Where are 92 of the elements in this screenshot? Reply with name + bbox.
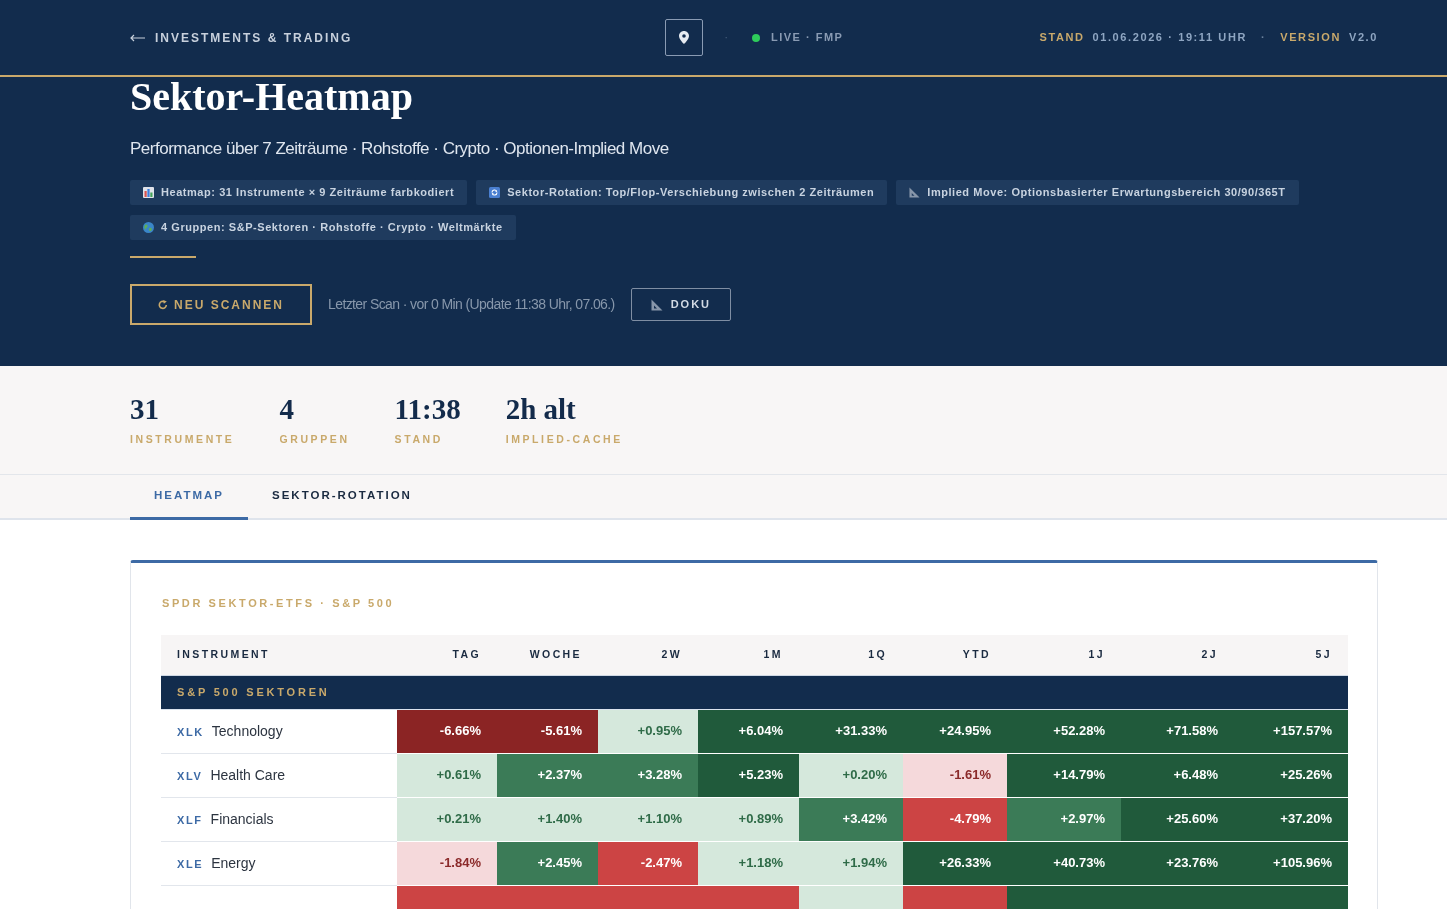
- stat-value: 4: [279, 392, 295, 426]
- card-title: SPDR SEKTOR-ETFS · S&P 500: [161, 596, 396, 610]
- heatmap-cell: +31.33%: [799, 709, 903, 753]
- group-header: S&P 500 SEKTOREN: [161, 675, 1348, 709]
- globe-icon: [143, 222, 154, 233]
- heatmap-cell: +0.21%: [397, 797, 497, 841]
- column-header: INSTRUMENT: [161, 635, 397, 675]
- last-scan-info: Letzter Scan · vor 0 Min (Update 11:38 Uhr, 07.06.): [328, 295, 615, 314]
- heatmap-cell: +25.26%: [1234, 753, 1348, 797]
- heatmap-cell: -6.66%: [397, 709, 497, 753]
- map-pin-icon: [678, 31, 689, 44]
- column-header: YTD: [903, 635, 1007, 675]
- refresh-icon: [158, 299, 168, 310]
- instrument-name: Financials: [210, 811, 274, 827]
- stand-label: STAND: [1039, 30, 1085, 46]
- chip-text: Implied Move: Optionsbasierter Erwartungsbereich 30/90/365T: [927, 185, 1286, 201]
- heatmap-cell: +6.48%: [1121, 753, 1234, 797]
- heatmap-cell: +6.04%: [698, 709, 799, 753]
- heatmap-cell: +0.89%: [698, 797, 799, 841]
- separator-dot: ·: [724, 31, 728, 45]
- ticker-symbol: XLK: [177, 726, 204, 738]
- heatmap-cell: +71.58%: [1121, 709, 1234, 753]
- heatmap-cell: +52.28%: [1007, 709, 1121, 753]
- stat-label: GRUPPEN: [279, 432, 350, 446]
- chip-text: Sektor-Rotation: Top/Flop-Verschiebung zwischen 2 Zeiträumen: [507, 185, 875, 201]
- tab[interactable]: SEKTOR-ROTATION: [248, 475, 436, 520]
- heatmap-cell: +2.37%: [497, 753, 598, 797]
- heatmap-cell: +0.95%: [598, 709, 698, 753]
- heatmap-cell: +105.96%: [1234, 841, 1348, 885]
- stat-label: INSTRUMENTE: [130, 432, 235, 446]
- tab[interactable]: HEATMAP: [130, 475, 248, 520]
- heatmap-cell: +3.28%: [598, 753, 698, 797]
- ticker-symbol: XLE: [177, 858, 204, 870]
- heatmap-cell: -1.61%: [903, 753, 1007, 797]
- back-arrow-icon[interactable]: [130, 33, 145, 42]
- version-label: VERSION: [1280, 30, 1341, 46]
- ticker-symbol: XLV: [177, 770, 203, 782]
- heatmap-cell: +25.60%: [1121, 797, 1234, 841]
- docs-button[interactable]: DOKU: [630, 288, 732, 321]
- heatmap-cell: +24.95%: [903, 709, 1007, 753]
- stat-value: 31: [130, 392, 160, 426]
- heatmap-cell: -1.84%: [397, 841, 497, 885]
- chip-text: 4 Gruppen: S&P-Sektoren · Rohstoffe · Crypto · Weltmärkte: [161, 220, 503, 236]
- heatmap-cell: -4.79%: [903, 797, 1007, 841]
- heatmap-cell: +26.33%: [903, 841, 1007, 885]
- stat-label: IMPLIED-CACHE: [505, 432, 623, 446]
- heatmap-cell: +1.18%: [698, 841, 799, 885]
- back-link[interactable]: INVESTMENTS & TRADING: [155, 28, 353, 47]
- chip-text: Heatmap: 31 Instrumente × 9 Zeiträume farbkodiert: [161, 185, 455, 201]
- heatmap-cell: +5.23%: [698, 753, 799, 797]
- column-header: 5J: [1234, 635, 1348, 675]
- heatmap-cell: +40.73%: [1007, 841, 1121, 885]
- column-header: 2W: [598, 635, 698, 675]
- heatmap-cell: +0.61%: [397, 753, 497, 797]
- ruler-triangle-icon: [650, 298, 663, 311]
- bar-chart-icon: [143, 187, 154, 198]
- heatmap-cell: +1.40%: [497, 797, 598, 841]
- instrument-name: Technology: [211, 723, 283, 739]
- heatmap-cell: +23.76%: [1121, 841, 1234, 885]
- heatmap-cell: +3.42%: [799, 797, 903, 841]
- page-title: Sektor-Heatmap: [130, 77, 414, 117]
- map-pin-button[interactable]: [664, 19, 703, 56]
- instrument-name: Health Care: [210, 767, 286, 783]
- stand-value: 01.06.2026 · 19:11 UHR: [1092, 30, 1247, 46]
- heatmap-cell: +1.94%: [799, 841, 903, 885]
- heatmap-cell: -2.47%: [598, 841, 698, 885]
- version-value: V2.0: [1348, 30, 1378, 46]
- column-header: 2J: [1121, 635, 1234, 675]
- stat-value: 11:38: [394, 392, 461, 426]
- heatmap-cell: +0.20%: [799, 753, 903, 797]
- instrument-name: Energy: [211, 855, 256, 871]
- column-header: 1M: [698, 635, 799, 675]
- heatmap-cell: +2.97%: [1007, 797, 1121, 841]
- rescan-button[interactable]: NEU SCANNEN: [130, 284, 312, 325]
- heatmap-cell: -5.61%: [497, 709, 598, 753]
- column-header: 1J: [1007, 635, 1121, 675]
- heatmap-cell: +2.45%: [497, 841, 598, 885]
- separator-dot: ·: [1261, 30, 1267, 46]
- column-header: WOCHE: [497, 635, 598, 675]
- ruler-triangle-icon: [909, 187, 921, 198]
- column-header: 1Q: [799, 635, 903, 675]
- heatmap-cell: +157.57%: [1234, 709, 1348, 753]
- heatmap-cell: +1.10%: [598, 797, 698, 841]
- cycle-arrows-icon: [489, 187, 501, 198]
- ticker-symbol: XLF: [177, 814, 203, 826]
- live-status-label: LIVE · FMP: [770, 30, 844, 46]
- heatmap-cell: +37.20%: [1234, 797, 1348, 841]
- page-subtitle: Performance über 7 Zeiträume · Rohstoffe · Crypto · Optionen-Implied Move: [130, 138, 670, 160]
- stat-label: STAND: [394, 432, 444, 446]
- heatmap-cell: +14.79%: [1007, 753, 1121, 797]
- column-header: TAG: [397, 635, 497, 675]
- stat-value: 2h alt: [505, 392, 577, 426]
